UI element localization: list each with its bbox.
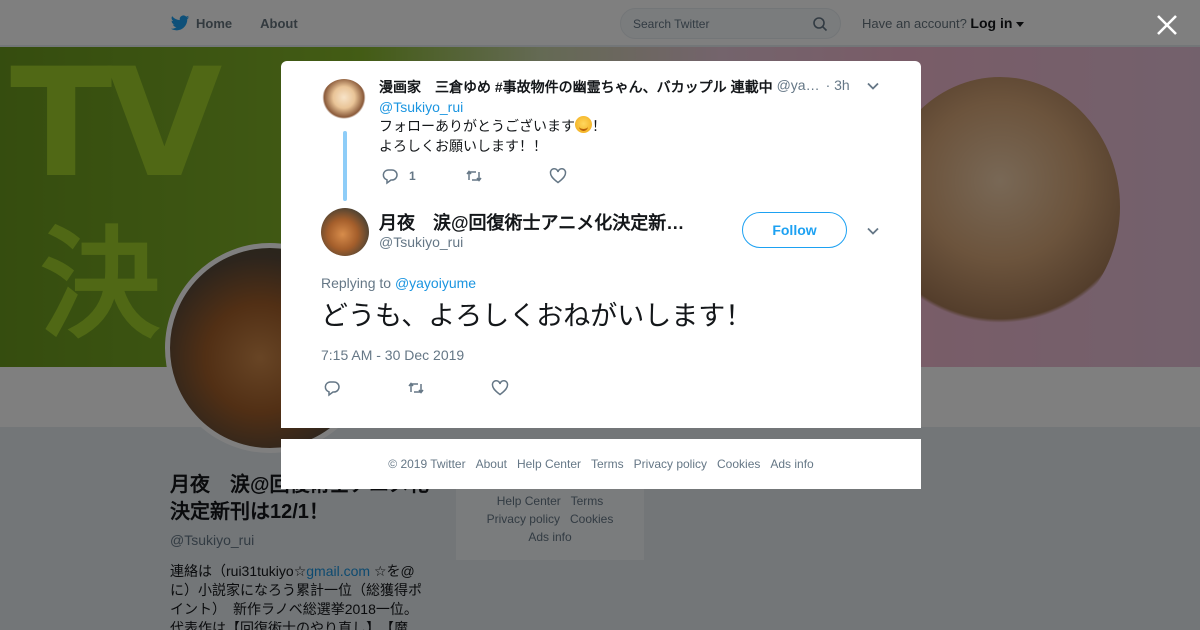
footer-about[interactable]: About (476, 457, 507, 471)
footer-ads-info[interactable]: Ads info (770, 457, 813, 471)
main-reply-button[interactable] (323, 379, 407, 397)
modal-footer: © 2019 Twitter About Help Center Terms P… (281, 439, 921, 489)
parent-tweet-text: フォローありがとうございます ！ よろしくお願いします！！ (379, 116, 879, 156)
footer-privacy[interactable]: Privacy policy (634, 457, 707, 471)
parent-tweet-line2: よろしくお願いします！！ (379, 138, 547, 154)
parent-reply-button[interactable]: 1 (381, 167, 465, 185)
retweet-icon (408, 382, 424, 394)
like-icon (491, 380, 509, 396)
reply-icon (324, 381, 340, 397)
reply-icon (382, 169, 398, 185)
retweet-icon (466, 170, 482, 182)
parent-like-button[interactable] (549, 167, 633, 185)
replying-to: Replying to @yayoiyume (321, 275, 476, 291)
parent-reply-count: 1 (409, 169, 416, 183)
parent-tweet-author-handle[interactable]: @ya… (777, 77, 820, 97)
conversation-thread-line (343, 131, 347, 201)
parent-tweet: 漫画家 三倉ゆめ #事故物件の幽霊ちゃん、バカップル 連載中 @ya… · 3h… (379, 77, 879, 156)
main-tweet-author-name[interactable]: 月夜 涙@回復術士アニメ化決定新… (379, 209, 689, 235)
parent-tweet-mention[interactable]: @Tsukiyo_rui (379, 99, 879, 115)
main-like-button[interactable] (491, 379, 575, 397)
main-retweet-button[interactable] (407, 379, 491, 397)
main-tweet-actions (323, 379, 575, 397)
footer-terms[interactable]: Terms (591, 457, 624, 471)
parent-tweet-header: 漫画家 三倉ゆめ #事故物件の幽霊ちゃん、バカップル 連載中 @ya… · 3h (379, 77, 879, 97)
main-tweet-avatar[interactable] (321, 208, 369, 256)
tweet-permalink-modal: 漫画家 三倉ゆめ #事故物件の幽霊ちゃん、バカップル 連載中 @ya… · 3h… (281, 61, 921, 428)
parent-tweet-line1-end: ！ (592, 118, 606, 134)
replying-to-link[interactable]: @yayoiyume (395, 275, 476, 291)
parent-tweet-author-name[interactable]: 漫画家 三倉ゆめ #事故物件の幽霊ちゃん、バカップル 連載中 (379, 77, 773, 97)
parent-tweet-time[interactable]: · 3h (826, 77, 850, 97)
replying-to-prefix: Replying to (321, 275, 392, 291)
footer-help-center[interactable]: Help Center (517, 457, 581, 471)
chevron-down-icon[interactable] (866, 79, 880, 93)
follow-button[interactable]: Follow (742, 212, 847, 248)
chevron-down-icon[interactable] (866, 224, 880, 238)
main-tweet-timestamp[interactable]: 7:15 AM - 30 Dec 2019 (321, 347, 464, 363)
close-icon[interactable] (1154, 12, 1180, 38)
parent-tweet-actions: 1 (381, 167, 633, 185)
main-tweet-author-handle[interactable]: @Tsukiyo_rui (379, 234, 463, 250)
parent-tweet-line1: フォローありがとうございます (379, 118, 575, 134)
parent-retweet-button[interactable] (465, 167, 549, 185)
smiling-face-emoji (575, 116, 592, 133)
like-icon (549, 168, 567, 184)
footer-copyright: © 2019 Twitter (388, 457, 466, 471)
main-tweet-text: どうも、よろしくおねがいします！ (321, 301, 753, 332)
footer-cookies[interactable]: Cookies (717, 457, 760, 471)
parent-tweet-avatar[interactable] (321, 79, 367, 125)
